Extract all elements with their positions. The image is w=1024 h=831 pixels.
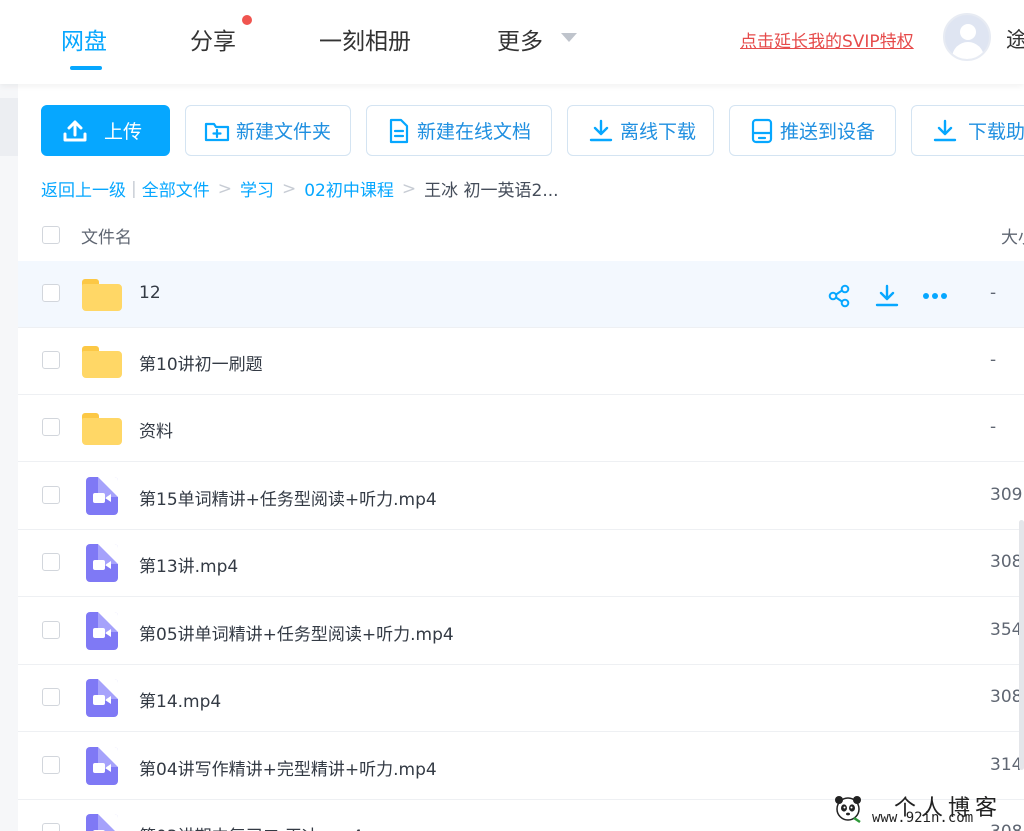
video-file-icon — [82, 814, 122, 831]
row-checkbox[interactable] — [42, 756, 60, 774]
push-to-device-button[interactable]: 推送到设备 — [729, 105, 896, 156]
breadcrumb-all-files[interactable]: 全部文件 — [142, 176, 210, 201]
scrollbar[interactable] — [1019, 520, 1024, 770]
file-name[interactable]: 第15单词精讲+任务型阅读+听力.mp4 — [139, 485, 437, 510]
top-navigation: 网盘 分享 一刻相册 更多 点击延长我的SVIP特权 途 — [0, 0, 1024, 84]
breadcrumb: 返回上一级 | 全部文件 > 学习 > 02初中课程 > 王冰 初一英语2... — [41, 176, 559, 202]
offline-download-label: 离线下载 — [620, 121, 697, 143]
push-to-device-label: 推送到设备 — [780, 121, 876, 143]
share-notification-dot — [242, 15, 252, 25]
table-row[interactable]: 12 - — [18, 261, 1024, 328]
file-name[interactable]: 第05讲单词精讲+任务型阅读+听力.mp4 — [139, 620, 454, 645]
share-icon[interactable] — [824, 281, 854, 311]
table-row[interactable]: 第05讲单词精讲+任务型阅读+听力.mp4 354 — [18, 598, 1024, 665]
new-folder-button[interactable]: 新建文件夹 — [185, 105, 351, 156]
file-size: 314 — [990, 755, 1023, 775]
file-name[interactable]: 第04讲写作精讲+完型精讲+听力.mp4 — [139, 755, 437, 780]
download-icon[interactable] — [872, 281, 902, 311]
file-name[interactable]: 12 — [139, 283, 161, 303]
breadcrumb-current: 王冰 初一英语2... — [424, 181, 559, 201]
panda-logo-icon — [832, 792, 864, 824]
file-size: - — [990, 350, 997, 370]
upload-label: 上传 — [104, 121, 143, 143]
video-file-icon — [82, 679, 122, 719]
watermark: 个人博客 www.92in.com — [832, 788, 1024, 831]
more-icon[interactable] — [920, 281, 950, 311]
file-name[interactable]: 第13讲.mp4 — [139, 552, 238, 577]
new-online-doc-button[interactable]: 新建在线文档 — [366, 105, 552, 156]
table-header: 文件名 大小 — [18, 210, 1024, 261]
back-link[interactable]: 返回上一级 — [41, 176, 126, 201]
row-checkbox[interactable] — [42, 553, 60, 571]
download-icon — [932, 118, 958, 144]
file-size: 354 — [990, 620, 1023, 640]
row-checkbox[interactable] — [42, 418, 60, 436]
folder-icon — [82, 409, 122, 449]
folder-icon — [82, 275, 122, 315]
download-helper-label: 下载助 — [968, 121, 1024, 143]
new-folder-label: 新建文件夹 — [236, 121, 332, 143]
table-row[interactable]: 第13讲.mp4 308 — [18, 530, 1024, 597]
breadcrumb-separator: > — [401, 178, 417, 199]
row-checkbox[interactable] — [42, 621, 60, 639]
sidebar — [0, 84, 18, 831]
file-size: 308 — [990, 552, 1023, 572]
file-size: - — [990, 283, 997, 303]
device-icon — [750, 118, 774, 144]
column-header-size[interactable]: 大小 — [1001, 223, 1024, 248]
row-checkbox[interactable] — [42, 284, 60, 302]
watermark-url: www.92in.com — [872, 810, 974, 826]
video-file-icon — [82, 747, 122, 787]
file-size: - — [990, 417, 997, 437]
avatar-body — [952, 42, 984, 59]
tab-share[interactable]: 分享 — [190, 22, 236, 56]
breadcrumb-study[interactable]: 学习 — [240, 176, 274, 201]
document-icon — [387, 118, 411, 144]
new-online-doc-label: 新建在线文档 — [417, 121, 532, 143]
video-file-icon — [82, 544, 122, 584]
file-name[interactable]: 第14.mp4 — [139, 687, 221, 712]
row-checkbox[interactable] — [42, 823, 60, 831]
video-file-icon — [82, 477, 122, 517]
tab-more[interactable]: 更多 — [497, 22, 543, 56]
file-size: 308 — [990, 687, 1023, 707]
row-checkbox[interactable] — [42, 486, 60, 504]
column-header-filename[interactable]: 文件名 — [81, 223, 132, 248]
table-row[interactable]: 第14.mp4 308 — [18, 665, 1024, 732]
svip-extend-link[interactable]: 点击延长我的SVIP特权 — [740, 27, 914, 52]
breadcrumb-divider: | — [131, 178, 137, 199]
select-all-checkbox[interactable] — [42, 226, 60, 244]
active-tab-indicator — [70, 66, 102, 70]
row-checkbox[interactable] — [42, 351, 60, 369]
avatar[interactable] — [943, 13, 991, 61]
folder-icon — [82, 342, 122, 382]
upload-icon — [62, 119, 88, 143]
file-name[interactable]: 第10讲初一刷题 — [139, 350, 263, 375]
user-name[interactable]: 途 — [1006, 24, 1024, 54]
chevron-down-icon[interactable] — [561, 33, 577, 42]
video-file-icon — [82, 612, 122, 652]
table-row[interactable]: 资料 - — [18, 395, 1024, 462]
avatar-head — [960, 24, 976, 40]
row-checkbox[interactable] — [42, 688, 60, 706]
upload-button[interactable]: 上传 — [41, 105, 170, 156]
breadcrumb-separator: > — [281, 178, 297, 199]
row-actions — [824, 281, 968, 311]
file-size: 309 — [990, 485, 1023, 505]
file-name[interactable]: 第03讲期中复习二 王冰.mp4 — [139, 822, 363, 831]
breadcrumb-junior-course[interactable]: 02初中课程 — [304, 176, 394, 201]
download-helper-button[interactable]: 下载助 — [911, 105, 1024, 156]
sidebar-selected-item[interactable] — [0, 98, 18, 156]
offline-download-button[interactable]: 离线下载 — [567, 105, 714, 156]
folder-plus-icon — [204, 119, 230, 143]
breadcrumb-separator: > — [217, 178, 232, 199]
file-name[interactable]: 资料 — [139, 417, 173, 442]
table-row[interactable]: 第15单词精讲+任务型阅读+听力.mp4 309 — [18, 463, 1024, 530]
tab-netdisk[interactable]: 网盘 — [61, 22, 107, 56]
table-row[interactable]: 第10讲初一刷题 - — [18, 328, 1024, 395]
tab-album[interactable]: 一刻相册 — [319, 22, 411, 56]
download-icon — [588, 118, 614, 144]
